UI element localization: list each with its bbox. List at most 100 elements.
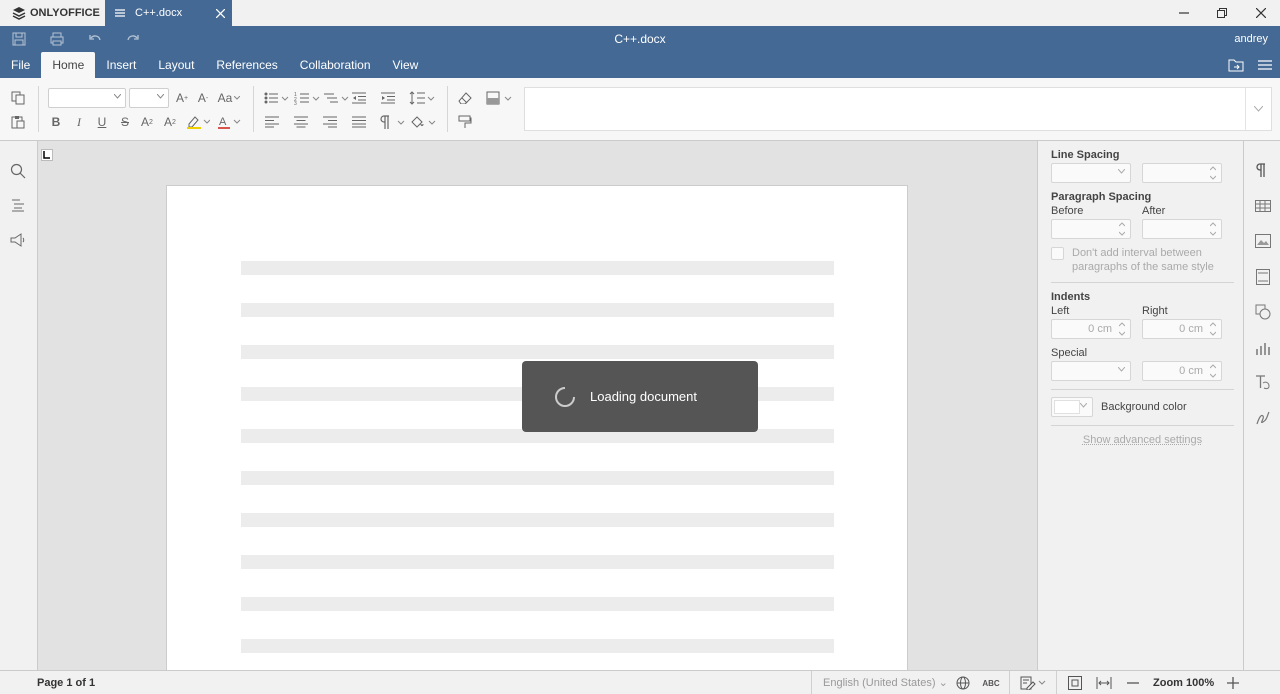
search-icon[interactable]: [10, 163, 26, 179]
right-label: Right: [1142, 305, 1168, 317]
zoom-level[interactable]: Zoom 100%: [1153, 671, 1214, 694]
print-icon[interactable]: [38, 26, 76, 52]
font-size-select[interactable]: [129, 88, 169, 108]
special-indent-input[interactable]: 0 cm: [1142, 361, 1222, 381]
underline-icon[interactable]: U: [92, 112, 112, 132]
header-footer-settings-icon[interactable]: [1256, 269, 1270, 285]
language-selector[interactable]: English (United States) ⌄: [823, 671, 948, 694]
restore-button[interactable]: [1203, 0, 1241, 26]
text-art-settings-icon[interactable]: [1255, 374, 1271, 390]
left-label: Left: [1051, 305, 1070, 317]
spell-check-icon[interactable]: ABC: [982, 675, 999, 691]
fit-to-width-icon[interactable]: [1096, 675, 1112, 691]
strikethrough-icon[interactable]: S: [115, 112, 135, 132]
decrease-indent-icon[interactable]: [349, 88, 369, 108]
signature-settings-icon[interactable]: [1255, 410, 1271, 426]
document-language-icon[interactable]: [955, 675, 971, 691]
dont-add-interval-checkbox[interactable]: [1051, 247, 1064, 260]
change-case-icon[interactable]: Aa: [216, 88, 242, 108]
left-sidebar: [0, 141, 38, 670]
page-counter[interactable]: Page 1 of 1: [37, 671, 95, 694]
tab-home[interactable]: Home: [41, 52, 96, 78]
image-settings-icon[interactable]: [1255, 234, 1271, 248]
placeholder-line: [241, 513, 834, 527]
open-file-location-icon[interactable]: [1228, 58, 1244, 72]
paste-icon[interactable]: [8, 112, 28, 132]
tab-layout[interactable]: Layout: [147, 52, 205, 78]
show-advanced-settings-link[interactable]: Show advanced settings: [1051, 434, 1234, 446]
paragraph-settings-icon[interactable]: [1255, 163, 1269, 177]
align-center-icon[interactable]: [291, 112, 311, 132]
indent-right-input[interactable]: 0 cm: [1142, 319, 1222, 339]
multilevel-list-icon[interactable]: [322, 88, 350, 108]
italic-icon[interactable]: I: [69, 112, 89, 132]
align-right-icon[interactable]: [320, 112, 340, 132]
styles-expand-icon[interactable]: [1245, 88, 1271, 130]
tab-insert[interactable]: Insert: [95, 52, 147, 78]
placeholder-line: [241, 303, 834, 317]
right-sidebar: [1243, 141, 1280, 670]
track-changes-icon[interactable]: [1019, 675, 1047, 691]
subscript-icon[interactable]: A2: [160, 112, 180, 132]
align-left-icon[interactable]: [262, 112, 282, 132]
increase-indent-icon[interactable]: [378, 88, 398, 108]
ribbon-tabs: File Home Insert Layout References Colla…: [0, 52, 429, 78]
save-icon[interactable]: [0, 26, 38, 52]
copy-style-icon[interactable]: [455, 112, 475, 132]
highlight-color-icon[interactable]: [184, 112, 212, 132]
zoom-in-icon[interactable]: [1225, 675, 1241, 691]
tab-references[interactable]: References: [205, 52, 288, 78]
tab-stop-selector[interactable]: [41, 149, 53, 161]
document-tab[interactable]: C++.docx: [105, 0, 232, 26]
indent-left-value: 0 cm: [1088, 323, 1112, 335]
numbering-icon[interactable]: 123: [293, 88, 321, 108]
tab-file[interactable]: File: [0, 52, 41, 78]
language-label: English (United States): [823, 677, 936, 689]
shading-icon[interactable]: [409, 112, 437, 132]
close-tab-icon[interactable]: [208, 8, 232, 18]
clear-style-icon[interactable]: [455, 88, 475, 108]
redo-icon[interactable]: [114, 26, 152, 52]
styles-gallery[interactable]: [524, 87, 1272, 131]
feedback-icon[interactable]: [10, 233, 26, 247]
document-tab-label: C++.docx: [135, 7, 183, 19]
color-scheme-icon[interactable]: [485, 88, 513, 108]
bold-icon[interactable]: B: [46, 112, 66, 132]
menu-icon[interactable]: [1258, 59, 1272, 71]
user-name[interactable]: andrey: [1234, 26, 1268, 52]
nonprinting-characters-icon[interactable]: [378, 112, 406, 132]
dont-add-interval-label-2: paragraphs of the same style: [1072, 261, 1214, 273]
chart-settings-icon[interactable]: [1255, 340, 1271, 356]
decrease-font-icon[interactable]: A-: [193, 88, 213, 108]
line-spacing-icon[interactable]: [408, 88, 436, 108]
divider: [1051, 389, 1234, 390]
increase-font-icon[interactable]: A +: [172, 88, 192, 108]
line-spacing-value[interactable]: [1142, 163, 1222, 183]
tab-collaboration[interactable]: Collaboration: [289, 52, 382, 78]
indent-left-input[interactable]: 0 cm: [1051, 319, 1131, 339]
app-brand[interactable]: ONLYOFFICE: [0, 0, 105, 26]
navigation-icon[interactable]: [10, 198, 26, 212]
bullets-icon[interactable]: [262, 88, 290, 108]
table-settings-icon[interactable]: [1255, 199, 1271, 213]
copy-icon[interactable]: [8, 88, 28, 108]
line-spacing-heading: Line Spacing: [1051, 149, 1120, 161]
shape-settings-icon[interactable]: [1255, 304, 1271, 320]
status-bar: Page 1 of 1 English (United States) ⌄ AB…: [0, 670, 1280, 694]
close-window-button[interactable]: [1242, 0, 1280, 26]
spacing-before-input[interactable]: [1051, 219, 1131, 239]
zoom-out-icon[interactable]: [1125, 675, 1141, 691]
undo-icon[interactable]: [76, 26, 114, 52]
justify-icon[interactable]: [349, 112, 369, 132]
after-label: After: [1142, 205, 1166, 217]
font-name-select[interactable]: [48, 88, 126, 108]
special-indent-select[interactable]: [1051, 361, 1131, 381]
tab-view[interactable]: View: [382, 52, 430, 78]
line-spacing-select[interactable]: [1051, 163, 1131, 183]
fit-to-page-icon[interactable]: [1067, 675, 1083, 691]
superscript-icon[interactable]: A2: [137, 112, 157, 132]
spacing-after-input[interactable]: [1142, 219, 1222, 239]
background-color-picker[interactable]: [1051, 397, 1093, 417]
font-color-icon[interactable]: A: [215, 112, 243, 132]
minimize-button[interactable]: [1165, 0, 1203, 26]
